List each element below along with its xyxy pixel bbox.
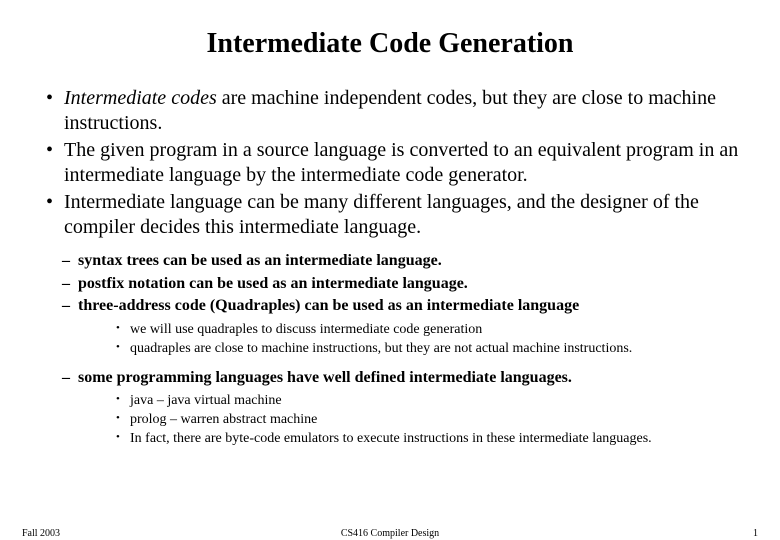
dot-2b: prolog – warren abstract machine bbox=[116, 411, 762, 430]
bullet-1-italic: Intermediate codes bbox=[64, 87, 217, 109]
footer-right: 1 bbox=[753, 528, 758, 539]
dash-3-text: three-address code (Quadraples) can be u… bbox=[78, 297, 579, 314]
dot-2c: In fact, there are byte-code emulators t… bbox=[116, 430, 762, 449]
dot-1a: we will use quadraples to discuss interm… bbox=[116, 321, 762, 340]
dot-2a: java – java virtual machine bbox=[116, 392, 762, 411]
bullet-2: The given program in a source language i… bbox=[46, 138, 762, 188]
bullet-3: Intermediate language can be many differ… bbox=[46, 190, 762, 240]
bullet-1: Intermediate codes are machine independe… bbox=[46, 86, 762, 136]
slide-title: Intermediate Code Generation bbox=[18, 28, 762, 60]
dot-list-2: java – java virtual machine prolog – war… bbox=[78, 392, 762, 449]
dash-3: three-address code (Quadraples) can be u… bbox=[62, 295, 762, 358]
footer-center: CS416 Compiler Design bbox=[0, 528, 780, 539]
dash-2: postfix notation can be used as an inter… bbox=[62, 273, 762, 295]
dash-4: some programming languages have well def… bbox=[62, 367, 762, 449]
dot-list-1: we will use quadraples to discuss interm… bbox=[78, 321, 762, 359]
dash-4-text: some programming languages have well def… bbox=[78, 369, 572, 386]
dash-1: syntax trees can be used as an intermedi… bbox=[62, 250, 762, 272]
main-bullets: Intermediate codes are machine independe… bbox=[18, 86, 762, 240]
slide: Intermediate Code Generation Intermediat… bbox=[0, 0, 780, 540]
dot-1b: quadraples are close to machine instruct… bbox=[116, 340, 762, 359]
dash-list: syntax trees can be used as an intermedi… bbox=[18, 250, 762, 449]
